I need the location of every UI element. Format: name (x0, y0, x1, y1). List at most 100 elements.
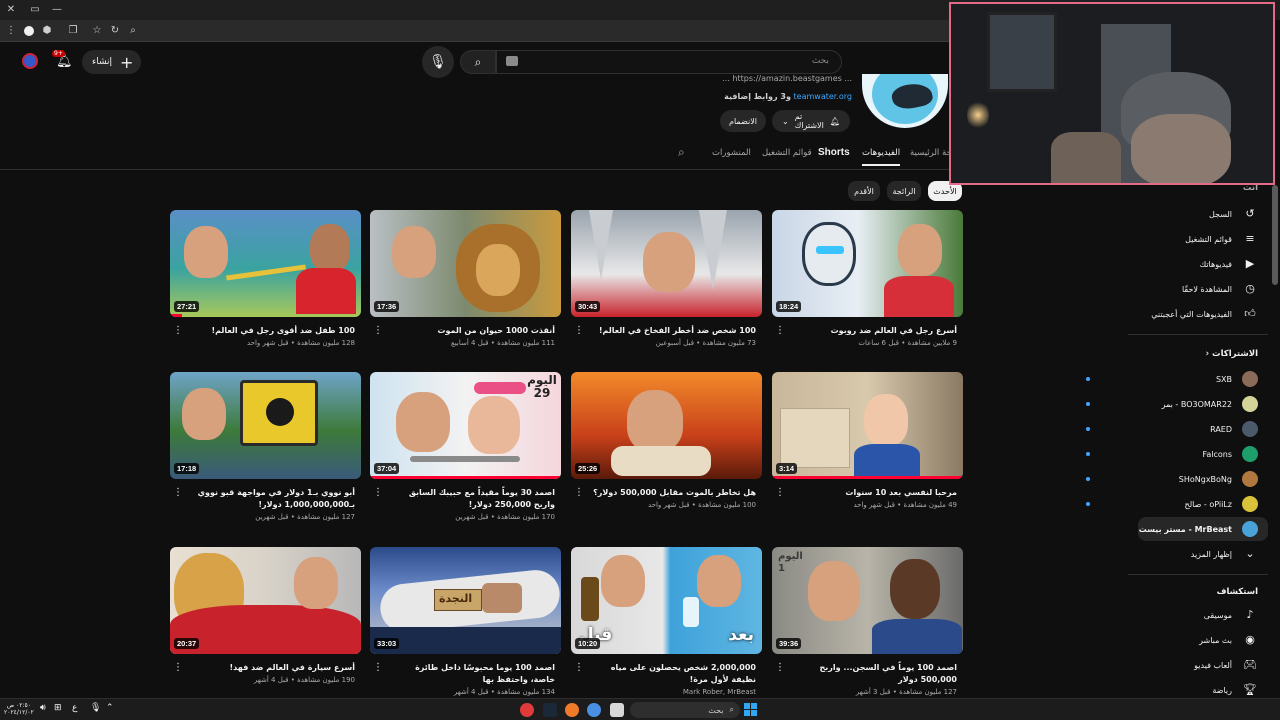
account-avatar[interactable] (22, 53, 38, 69)
more-options-icon[interactable]: ⋮ (574, 662, 584, 674)
video-thumbnail[interactable]: 17:18 (170, 372, 361, 479)
sidebar-item-history[interactable]: السجل ↺ (1098, 203, 1258, 225)
sidebar-item-watch-later[interactable]: المشاهدة لاحقًا ◷ (1098, 278, 1258, 300)
video-thumbnail[interactable]: 30:43 (571, 210, 762, 317)
video-title[interactable]: أسرع سيارة في العالم ضد فهد! (170, 662, 361, 674)
subscription-item[interactable]: SXB (1086, 368, 1258, 390)
video-title[interactable]: اصمد 100 يوماً في السجن... واربح 500,000… (772, 662, 963, 686)
join-button[interactable]: الانضمام (720, 110, 766, 132)
taskbar-search[interactable]: بحث ⌕ (630, 702, 740, 718)
chevron-up-icon[interactable]: ⌃ (106, 703, 114, 713)
notifications-button[interactable]: 🔔︎ 9+ (52, 50, 73, 70)
video-thumbnail[interactable]: 18:24 (772, 210, 963, 317)
more-options-icon[interactable]: ⋮ (173, 487, 183, 499)
more-options-icon[interactable]: ⋮ (373, 662, 383, 674)
video-title[interactable]: 2,000,000 شخص يحصلون على مياه نظيفة لأول… (571, 662, 762, 686)
video-card[interactable]: 20:37 ⋮ أسرع سيارة في العالم ضد فهد! 190… (170, 547, 361, 684)
video-title[interactable]: هل تخاطر بالموت مقابل 500,000 دولار؟ (571, 487, 762, 499)
create-button[interactable]: إنشاء + (82, 50, 142, 74)
channel-link[interactable]: teamwater.org (794, 92, 852, 101)
video-card[interactable]: 18:24 ⋮ أسرع رجل في العالم ضد روبوت 9 مل… (772, 210, 963, 347)
profile-icon[interactable] (24, 26, 34, 36)
sidebar-item-live[interactable]: بث مباشر ◉ (1098, 629, 1258, 651)
subscription-item[interactable]: RAED (1086, 418, 1258, 440)
zoom-icon[interactable]: ⌕ (126, 24, 140, 38)
chip-popular[interactable]: الرائجة (887, 181, 921, 201)
video-title[interactable]: أبو نووي بـ1 دولار في مواجهة قبو نووي بـ… (170, 487, 361, 511)
close-window-icon[interactable]: ✕ (4, 3, 18, 17)
video-card[interactable]: 27:21 ⋮ 100 طفل ضد أقوى رجل في العالم! 1… (170, 210, 361, 347)
sidebar-scrollbar[interactable] (1272, 185, 1278, 285)
more-options-icon[interactable]: ⋮ (775, 662, 785, 674)
subscription-item[interactable]: SHoNgxBoNg (1086, 468, 1258, 490)
network-icon[interactable]: ⊞ (54, 703, 62, 713)
more-options-icon[interactable]: ⋮ (775, 487, 785, 499)
video-title[interactable]: اصمد 30 يوماً مقيداً مع حبيبك السابق وار… (370, 487, 561, 511)
video-thumbnail[interactable]: اليوم 1 39:36 (772, 547, 963, 654)
video-thumbnail[interactable]: 27:21 (170, 210, 361, 317)
video-thumbnail[interactable]: قبل بعد 10:20 (571, 547, 762, 654)
tab-videos[interactable]: الفيديوهات (862, 148, 901, 166)
app-icon-3[interactable] (565, 703, 579, 717)
chip-oldest[interactable]: الأقدم (848, 181, 880, 201)
steam-icon[interactable] (543, 703, 557, 717)
more-options-icon[interactable]: ⋮ (373, 487, 383, 499)
video-card[interactable]: 3:14 ⋮ مرحبا لنفسي بعد 10 سنوات 49 مليون… (772, 372, 963, 509)
video-thumbnail[interactable]: 3:14 (772, 372, 963, 479)
search-input[interactable]: بحث (496, 50, 842, 74)
subscription-item[interactable]: Falcons (1086, 443, 1258, 465)
more-options-icon[interactable]: ⋮ (574, 487, 584, 499)
file-explorer-icon[interactable] (610, 703, 624, 717)
video-card[interactable]: النجدة 33:03 ⋮ اصمد 100 يوما محبوسًا داخ… (370, 547, 561, 696)
reload-icon[interactable]: ↻ (108, 24, 122, 38)
subscription-item[interactable]: صالح - oPiiLz (1086, 493, 1258, 515)
tab-playlists[interactable]: قوائم التشغيل (762, 148, 812, 158)
voice-search-button[interactable]: 🎙︎ (422, 46, 454, 78)
more-icon[interactable]: ⋮ (4, 24, 18, 38)
subscriptions-heading[interactable]: الاشتراكات ‹ (1206, 349, 1258, 359)
sidebar-item-music[interactable]: موسيقى ♪ (1098, 604, 1258, 626)
video-card[interactable]: اليوم 1 39:36 ⋮ اصمد 100 يوماً في السجن.… (772, 547, 963, 696)
sidebar-item-your-videos[interactable]: فيديوهاتك ▶ (1098, 253, 1258, 275)
chrome-icon[interactable] (587, 703, 601, 717)
channel-avatar[interactable] (862, 74, 948, 128)
video-thumbnail[interactable]: اليوم 29 37:04 (370, 372, 561, 479)
more-options-icon[interactable]: ⋮ (173, 325, 183, 337)
extension-icon[interactable]: ⬢ (40, 24, 54, 38)
channel-links[interactable]: teamwater.org و3 روابط إضافية (724, 92, 852, 101)
video-title[interactable]: اصمد 100 يوما محبوسًا داخل طائرة خاصة، و… (370, 662, 561, 686)
search-icon[interactable]: ⌕ (678, 145, 685, 160)
more-options-icon[interactable]: ⋮ (574, 325, 584, 337)
input-language[interactable]: ع (72, 703, 77, 713)
sidebar-item-playlists[interactable]: قوائم التشغيل ≡ (1098, 228, 1258, 250)
windows-start-icon[interactable] (744, 703, 757, 716)
clock[interactable]: ٠٢:٥٠ ص ٢٠٢٤/١٢/٠٢ (4, 702, 34, 716)
search-button[interactable]: ⌕ (460, 50, 496, 74)
tabs-icon[interactable]: ❐ (66, 24, 80, 38)
video-thumbnail[interactable]: 17:36 (370, 210, 561, 317)
keyboard-icon[interactable] (506, 56, 518, 66)
more-options-icon[interactable]: ⋮ (173, 662, 183, 674)
video-card[interactable]: 30:43 ⋮ 100 شخص ضد أخطر الفخاخ في العالم… (571, 210, 762, 347)
subscription-item[interactable]: بمر - BO3OMAR22 (1086, 393, 1258, 415)
minimize-window-icon[interactable]: — (50, 3, 64, 17)
bookmark-icon[interactable]: ☆ (90, 24, 104, 38)
video-card[interactable]: 25:26 ⋮ هل تخاطر بالموت مقابل 500,000 دو… (571, 372, 762, 509)
subscribed-button[interactable]: ⌄ تم الاشتراك 🔔︎ (772, 110, 850, 132)
app-icon-1[interactable] (520, 703, 534, 717)
video-title[interactable]: أسرع رجل في العالم ضد روبوت (772, 325, 963, 337)
volume-icon[interactable]: 🔊︎ (40, 703, 46, 713)
video-thumbnail[interactable]: 20:37 (170, 547, 361, 654)
sidebar-item-liked[interactable]: الفيديوهات التي أعجبتني 👍︎ (1098, 303, 1258, 325)
video-title[interactable]: 100 شخص ضد أخطر الفخاخ في العالم! (571, 325, 762, 337)
more-options-icon[interactable]: ⋮ (775, 325, 785, 337)
video-card[interactable]: 17:18 ⋮ أبو نووي بـ1 دولار في مواجهة قبو… (170, 372, 361, 521)
video-thumbnail[interactable]: النجدة 33:03 (370, 547, 561, 654)
video-title[interactable]: 100 طفل ضد أقوى رجل في العالم! (170, 325, 361, 337)
subscription-item-active[interactable]: مستر بيست - MrBeast (1098, 518, 1258, 540)
video-thumbnail[interactable]: 25:26 (571, 372, 762, 479)
video-card[interactable]: 17:36 ⋮ أنقذت 1000 حيوان من الموت 111 مل… (370, 210, 561, 347)
tab-shorts[interactable]: Shorts (818, 147, 850, 158)
video-card[interactable]: قبل بعد 10:20 ⋮ 2,000,000 شخص يحصلون على… (571, 547, 762, 706)
video-authors[interactable]: Mark Rober, MrBeast (571, 686, 762, 696)
